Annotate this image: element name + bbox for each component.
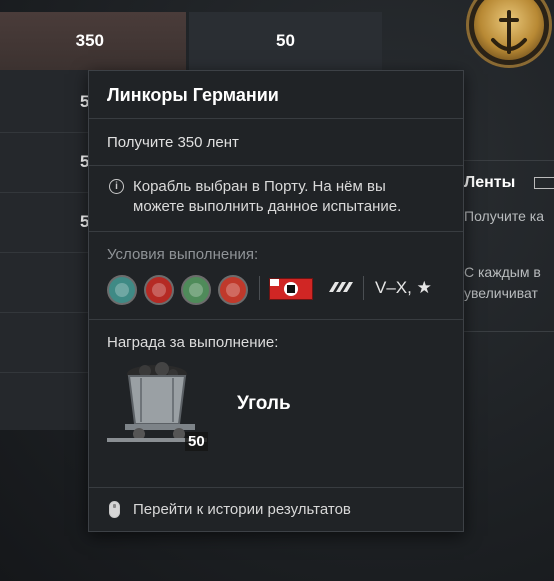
conditions-label: Условия выполнения: bbox=[107, 246, 259, 263]
side-panel-text: Получите ка bbox=[464, 208, 544, 224]
star-badge-icon bbox=[218, 275, 248, 305]
battleship-class-icon bbox=[329, 282, 353, 292]
reward-name: Уголь bbox=[237, 393, 291, 414]
column-header-label: 50 bbox=[276, 31, 295, 50]
germany-flag-icon bbox=[269, 278, 313, 300]
conditions-row: V–X, ★ bbox=[107, 273, 457, 305]
history-link[interactable]: Перейти к истории результатов bbox=[133, 501, 351, 518]
flag-icon bbox=[534, 177, 554, 189]
side-panel-text: увеличиват bbox=[464, 285, 538, 301]
challenge-tooltip: Линкоры Германии Получите 350 лент i Кор… bbox=[88, 70, 464, 532]
red-badge-icon bbox=[144, 275, 174, 305]
ship-selected-note: Корабль выбран в Порту. На нём вы можете… bbox=[133, 178, 402, 215]
column-header-350[interactable]: 350 bbox=[0, 12, 186, 70]
reward-quantity: 50 bbox=[185, 432, 208, 451]
tier-range: V–X, ★ bbox=[375, 278, 432, 297]
reward-label: Награда за выполнение: bbox=[107, 334, 279, 351]
tooltip-title: Линкоры Германии bbox=[107, 85, 279, 105]
green-badge-icon bbox=[181, 275, 211, 305]
info-icon: i bbox=[109, 179, 124, 194]
challenge-goal: Получите 350 лент bbox=[107, 134, 239, 151]
teal-badge-icon bbox=[107, 275, 137, 305]
mouse-icon bbox=[109, 501, 120, 518]
anchor-emblem-icon[interactable] bbox=[466, 0, 552, 68]
divider bbox=[259, 276, 260, 300]
column-header-label: 350 bbox=[75, 31, 104, 50]
side-panel-title: Ленты bbox=[464, 174, 516, 191]
side-panel-text: С каждым в bbox=[464, 264, 541, 280]
column-header-50[interactable]: 50 bbox=[189, 12, 382, 70]
divider bbox=[363, 276, 364, 300]
